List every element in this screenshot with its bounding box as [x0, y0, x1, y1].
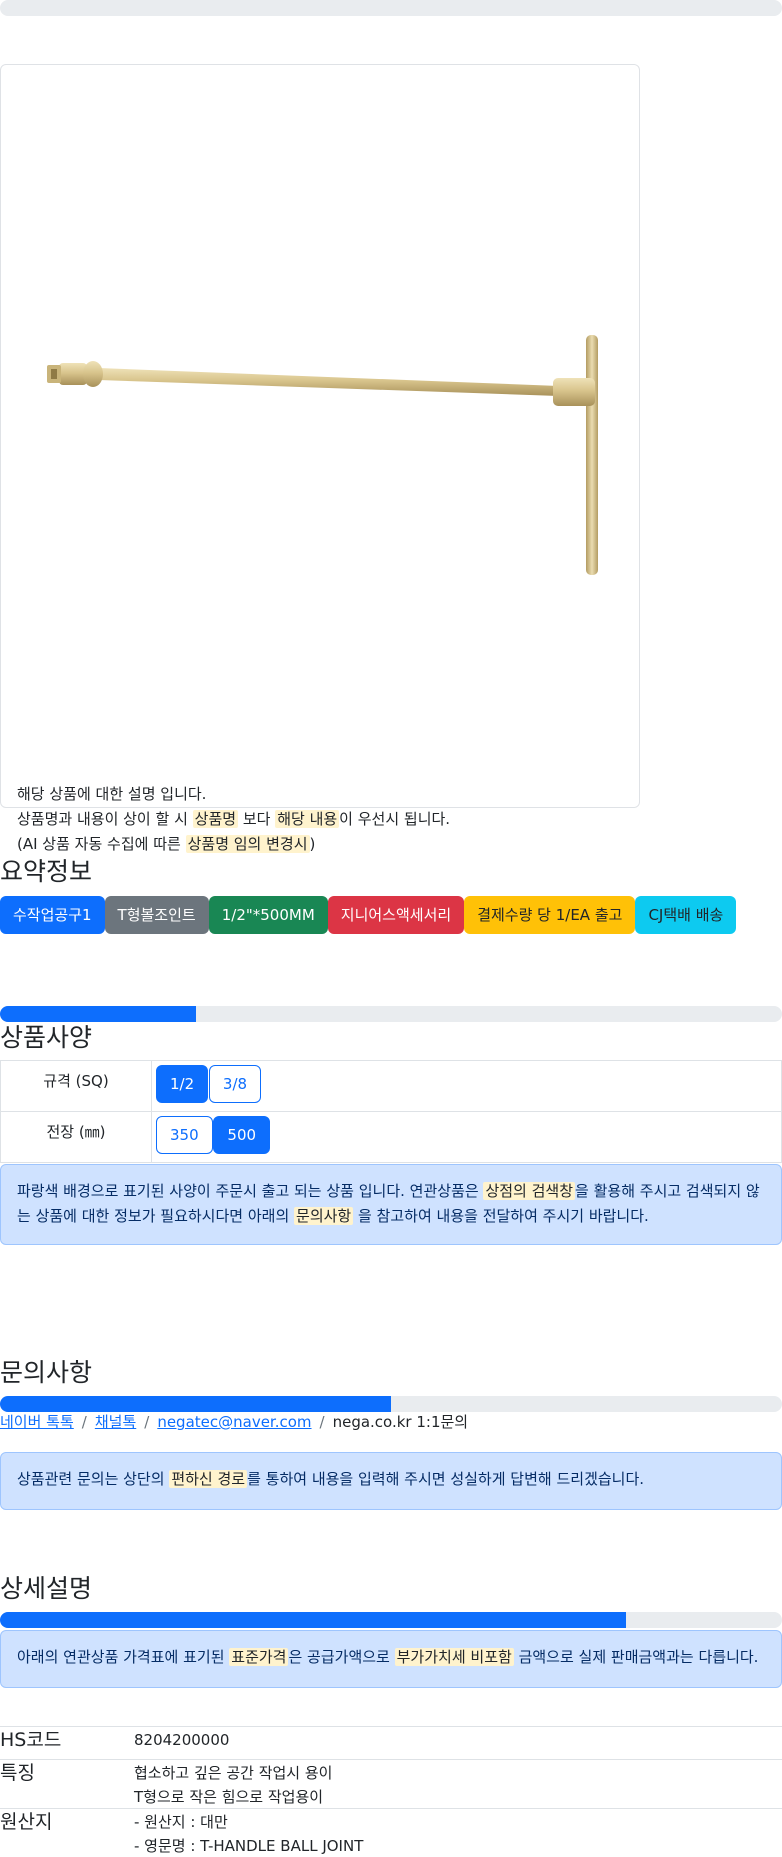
detail-progress-fill [0, 1612, 626, 1628]
spec-options-length: 350 500 [151, 1111, 782, 1163]
highlight-name-change: 상품명 임의 변경시 [185, 835, 310, 853]
spec-table: 규격 (SQ) 1/2 3/8 전장 (㎜) 350 500 [0, 1060, 782, 1163]
badge-shipping-qty: 결제수량 당 1/EA 출고 [464, 896, 636, 934]
description-line-2: 상품명과 내용이 상이 할 시 상품명 보다 해당 내용 이 우선시 됩니다. [17, 810, 451, 828]
site-inquiry-text: nega.co.kr 1:1문의 [332, 1413, 469, 1431]
info-key-features: 특징 [0, 1762, 35, 1784]
detail-title: 상세설명 [0, 1574, 93, 1603]
badge-category: 수작업공구1 [0, 896, 105, 934]
badge-brand: 지니어스액세서리 [327, 896, 465, 934]
info-row-hscode: HS코드 8204200000 [0, 1726, 782, 1759]
info-row-origin: 원산지 - 원산지 : 대만 - 영문명 : T-HANDLE BALL JOIN… [0, 1808, 782, 1857]
spec-row-size: 규격 (SQ) 1/2 3/8 [0, 1060, 782, 1112]
inquiry-progress-bar [0, 1396, 782, 1412]
summary-badges: 수작업공구1 T형볼조인트 1/2"*500MM 지니어스액세서리 결제수량 당… [0, 896, 737, 934]
option-size-3-8[interactable]: 3/8 [208, 1065, 262, 1103]
description-line-1: 해당 상품에 대한 설명 입니다. [17, 785, 207, 803]
breadcrumb-separator: / [144, 1413, 150, 1431]
spec-progress-bar [0, 1006, 782, 1022]
breadcrumb-separator: / [319, 1413, 325, 1431]
badge-product-type: T형볼조인트 [104, 896, 209, 934]
summary-title: 요약정보 [0, 857, 93, 886]
highlight-search-box: 상점의 검색창 [483, 1182, 576, 1200]
channeltalk-link[interactable]: 채널톡 [95, 1413, 136, 1431]
detail-alert: 아래의 연관상품 가격표에 표기된 표준가격 은 공급가액으로 부가가치세 비포함… [0, 1630, 782, 1688]
highlight-content: 해당 내용 [275, 810, 340, 828]
inquiry-links: 네이버 톡톡 / 채널톡 / negatec@naver.com / nega.co.kr … [0, 1411, 468, 1432]
highlight-inquiry: 문의사항 [294, 1207, 354, 1225]
highlight-vat-excluded: 부가가치세 비포함 [394, 1648, 514, 1666]
product-image [47, 335, 598, 575]
highlight-standard-price: 표준가격 [229, 1648, 289, 1666]
info-key-hscode: HS코드 [0, 1729, 62, 1751]
option-length-350[interactable]: 350 [156, 1116, 213, 1154]
option-size-1-2[interactable]: 1/2 [156, 1065, 209, 1103]
info-row-features: 특징 협소하고 깊은 공간 작업시 용이 T형으로 작은 힘으로 작업용이 [0, 1759, 782, 1808]
badge-delivery: CJ택배 배송 [635, 896, 737, 934]
top-progress-bar [0, 0, 782, 16]
badge-size: 1/2"*500MM [208, 896, 328, 934]
spec-label-length: 전장 (㎜) [0, 1111, 152, 1163]
inquiry-title: 문의사항 [0, 1358, 93, 1387]
naver-talktalk-link[interactable]: 네이버 톡톡 [0, 1413, 74, 1431]
highlight-product-name: 상품명 [192, 810, 239, 828]
product-info-table: HS코드 8204200000 특징 협소하고 깊은 공간 작업시 용이 T형으로… [0, 1726, 782, 1857]
inquiry-progress-fill [0, 1396, 391, 1412]
option-length-500[interactable]: 500 [213, 1116, 271, 1154]
info-value-origin: - 원산지 : 대만 - 영문명 : T-HANDLE BALL JOINT [134, 1813, 364, 1855]
spec-options-size: 1/2 3/8 [151, 1060, 782, 1112]
info-value-hscode: 8204200000 [134, 1731, 230, 1749]
spec-alert: 파랑색 배경으로 표기된 사양이 주문시 출고 되는 상품 입니다. 연관상품은… [0, 1164, 782, 1245]
email-link[interactable]: negatec@naver.com [157, 1413, 311, 1431]
detail-progress-bar [0, 1612, 782, 1628]
spec-label-size: 규격 (SQ) [0, 1060, 152, 1112]
info-value-features: 협소하고 깊은 공간 작업시 용이 T형으로 작은 힘으로 작업용이 [134, 1764, 333, 1806]
highlight-route: 편하신 경로 [169, 1470, 248, 1488]
inquiry-alert: 상품관련 문의는 상단의 편하신 경로 를 통하여 내용을 입력해 주시면 성실하… [0, 1452, 782, 1510]
breadcrumb-separator: / [81, 1413, 87, 1431]
info-key-origin: 원산지 [0, 1811, 53, 1833]
spec-row-length: 전장 (㎜) 350 500 [0, 1111, 782, 1163]
spec-title: 상품사양 [0, 1023, 93, 1052]
product-card: 해당 상품에 대한 설명 입니다. 상품명과 내용이 상이 할 시 상품명 보다… [0, 64, 640, 853]
